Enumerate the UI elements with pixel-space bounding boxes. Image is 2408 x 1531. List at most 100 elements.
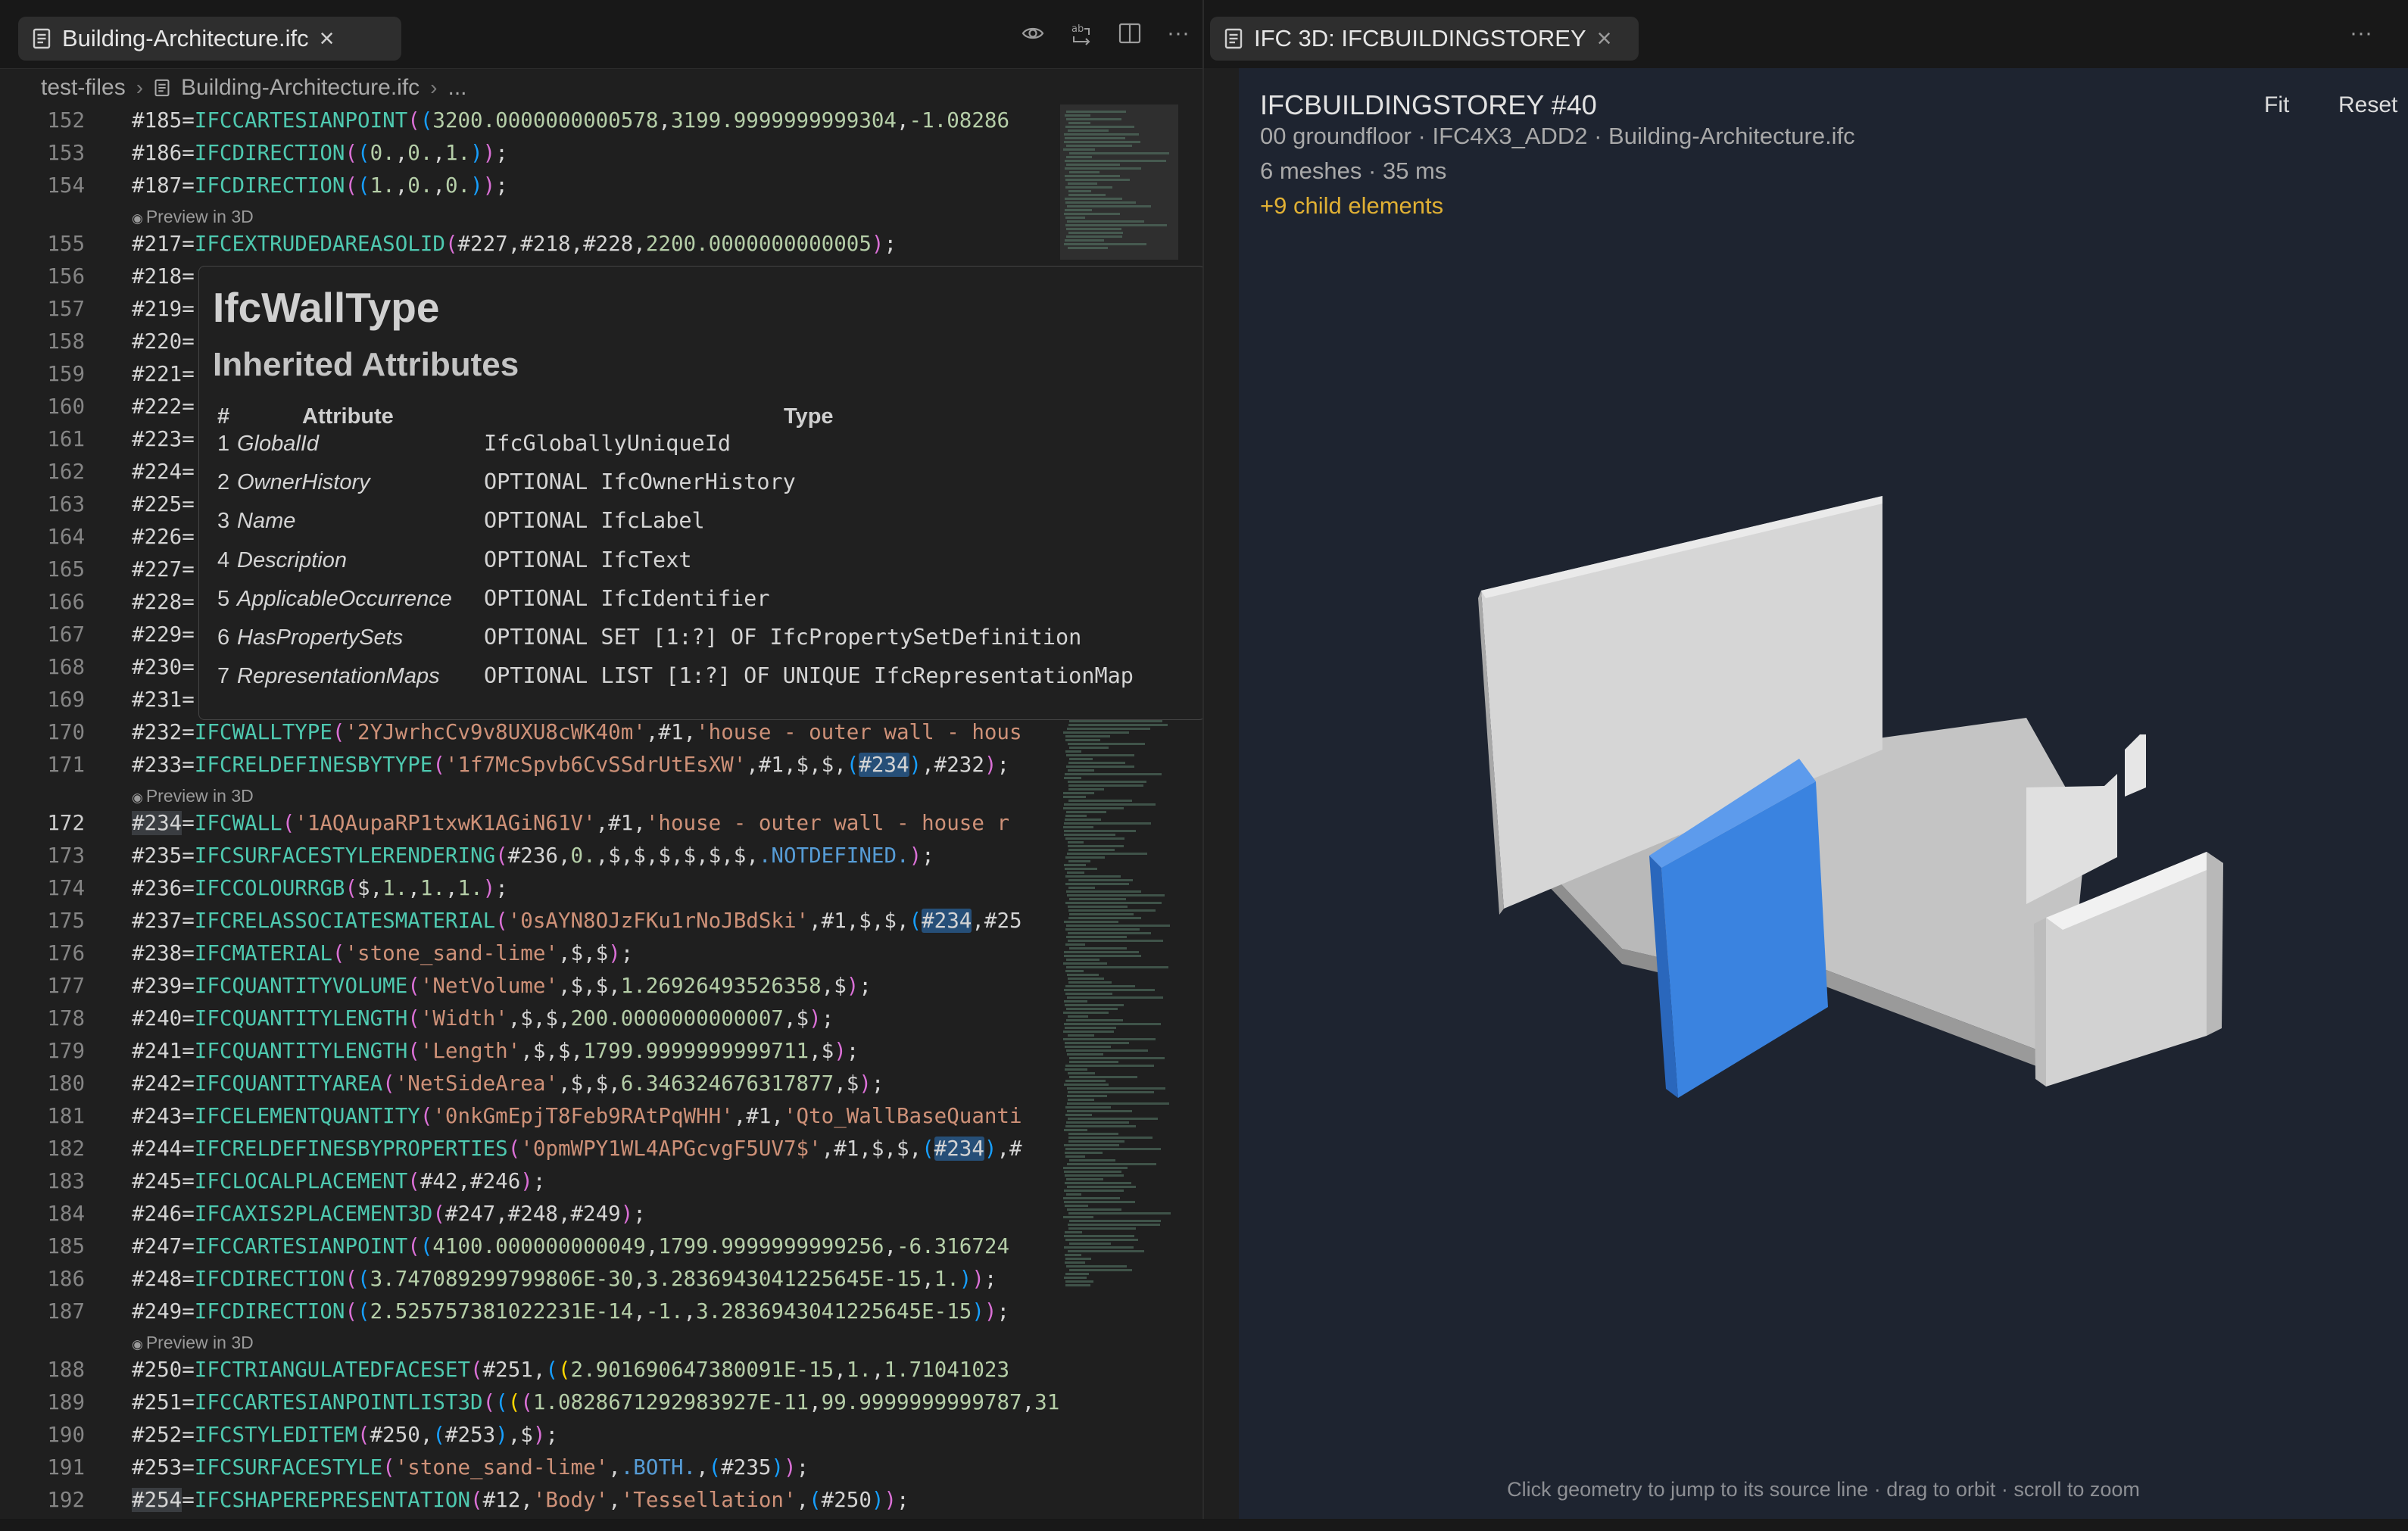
preview-in-3d-lens[interactable]: ◉ Preview in 3D [132, 783, 254, 809]
code-line[interactable]: 175 #237=IFCRELASSOCIATESMATERIAL('0sAYN8… [0, 905, 1060, 937]
panel-tab-bar: IFC 3D: IFCBUILDINGSTOREY × ··· [1204, 0, 2408, 68]
line-text: #238=IFCMATERIAL('stone_sand-lime',$,$); [132, 941, 634, 965]
line-number: 178 [47, 1006, 85, 1031]
3d-viewer[interactable]: IFCBUILDINGSTOREY #40 00 groundfloor · I… [1239, 68, 2408, 1519]
code-line[interactable]: 181 #243=IFCELEMENTQUANTITY('0nkGmEpjT8Fe… [0, 1100, 1060, 1133]
minimap-line [1064, 1084, 1109, 1086]
minimap-line [1068, 860, 1091, 862]
code-line[interactable]: 179 #241=IFCQUANTITYLENGTH('Length',$,$,1… [0, 1035, 1060, 1068]
minimap-line [1065, 1049, 1148, 1052]
attribute-number: 2 [217, 470, 230, 495]
minimap-line [1067, 728, 1150, 730]
minimap-line [1066, 996, 1163, 999]
minimap-line [1063, 962, 1107, 965]
minimap-line [1066, 966, 1169, 968]
tab-ifc-3d[interactable]: IFC 3D: IFCBUILDINGSTOREY × [1210, 17, 1639, 61]
compare-changes-icon[interactable]: ab [1068, 20, 1095, 47]
code-line[interactable]: 170 #232=IFCWALLTYPE('2YJwrhcCv9v8UXU8cWK… [0, 716, 1060, 749]
minimap-line [1065, 1193, 1081, 1196]
preview-in-3d-lens[interactable]: ◉ Preview in 3D [132, 1330, 254, 1355]
breadcrumb-symbol[interactable]: ... [448, 75, 467, 101]
file-lines-icon [1224, 27, 1243, 50]
minimap-line [1068, 190, 1091, 192]
more-actions-icon[interactable]: ··· [1165, 20, 1192, 47]
minimap-line [1068, 720, 1162, 722]
close-tab-icon[interactable]: × [1597, 26, 1612, 51]
eye-icon: ◉ [132, 790, 143, 805]
tab-building-architecture[interactable]: Building-Architecture.ifc × [18, 17, 401, 61]
code-line[interactable]: 191 #253=IFCSURFACESTYLE('stone_sand-lime… [0, 1451, 1060, 1484]
minimap-line [1065, 943, 1086, 946]
line-text: #237=IFCRELASSOCIATESMATERIAL('0sAYN8OJz… [132, 909, 1022, 933]
3d-scene[interactable] [1239, 68, 2408, 1519]
line-number: 159 [47, 362, 85, 386]
code-line[interactable]: 185 #247=IFCCARTESIANPOINT((4100.00000000… [0, 1230, 1060, 1263]
line-number: 182 [47, 1137, 85, 1161]
lens-label: Preview in 3D [145, 207, 254, 226]
code-line[interactable]: 153 #186=IFCDIRECTION((0.,0.,1.)); [0, 137, 1060, 170]
code-line[interactable]: 182 #244=IFCRELDEFINESBYPROPERTIES('0pmWP… [0, 1133, 1060, 1165]
minimap-line [1065, 754, 1134, 756]
code-line[interactable]: 186 #248=IFCDIRECTION((3.747089299799806E… [0, 1263, 1060, 1296]
minimap-line [1068, 129, 1109, 132]
minimap-line [1068, 879, 1134, 881]
minimap-line [1064, 141, 1140, 143]
split-editor-icon[interactable] [1116, 20, 1143, 47]
minimap-line [1064, 803, 1156, 806]
code-line[interactable]: 173 #235=IFCSURFACESTYLERENDERING(#236,0.… [0, 840, 1060, 872]
line-number: 176 [47, 941, 85, 965]
preview-in-3d-lens[interactable]: ◉ Preview in 3D [132, 204, 254, 229]
fit-button[interactable]: Fit [2264, 92, 2289, 118]
minimap-line [1066, 1087, 1166, 1090]
line-text: #247=IFCCARTESIANPOINT((4100.00000000004… [132, 1234, 1010, 1258]
code-line[interactable]: 190 #252=IFCSTYLEDITEM(#250,(#253),$); [0, 1419, 1060, 1451]
code-line[interactable]: 171 #233=IFCRELDEFINESBYTYPE('1f7McSpvb6C… [0, 749, 1060, 781]
attribute-name: OwnerHistory [237, 470, 370, 495]
minimap-line [1065, 970, 1084, 972]
close-tab-icon[interactable]: × [320, 26, 335, 51]
partition-thin-2[interactable] [2125, 734, 2146, 797]
line-text: #231= [132, 688, 195, 712]
code-line[interactable]: 155 #217=IFCEXTRUDEDAREASOLID(#227,#218,#… [0, 228, 1060, 260]
minimap-line [1063, 1031, 1115, 1033]
minimap-line [1063, 133, 1139, 136]
minimap-line [1065, 1205, 1089, 1207]
code-line[interactable]: 152 #185=IFCCARTESIANPOINT((3200.00000000… [0, 104, 1060, 137]
code-line[interactable]: 154 #187=IFCDIRECTION((1.,0.,0.)); [0, 170, 1060, 202]
line-text: #230= [132, 655, 195, 679]
code-line[interactable]: 180 #242=IFCQUANTITYAREA('NetSideArea',$,… [0, 1068, 1060, 1100]
code-line[interactable]: 178 #240=IFCQUANTITYLENGTH('Width',$,$,20… [0, 1002, 1060, 1035]
code-line[interactable]: 176 #238=IFCMATERIAL('stone_sand-lime',$,… [0, 937, 1060, 970]
minimap-line [1068, 898, 1126, 900]
code-line[interactable]: 189 #251=IFCCARTESIANPOINTLIST3D((((1.082… [0, 1386, 1134, 1419]
viewer-title: IFCBUILDINGSTOREY #40 [1260, 89, 1597, 120]
line-text: #220= [132, 329, 195, 354]
minimap-line [1065, 902, 1162, 904]
minimap-line [1065, 856, 1106, 859]
hover-title: IfcWallType [213, 284, 440, 331]
code-line[interactable]: 172 #234=IFCWALL('1AQAupaRP1txwK1AGiN61V'… [0, 807, 1060, 840]
child-elements-link[interactable]: +9 child elements [1260, 192, 1443, 220]
code-line[interactable]: 188 #250=IFCTRIANGULATEDFACESET(#251,((2.… [0, 1354, 1060, 1386]
minimap-line [1068, 887, 1095, 889]
minimap-line [1068, 1212, 1171, 1215]
code-line[interactable]: 192 #254=IFCSHAPEREPRESENTATION(#12,'Body… [0, 1484, 1060, 1517]
breadcrumb-folder[interactable]: test-files [41, 75, 126, 101]
reset-button[interactable]: Reset [2338, 92, 2397, 118]
breadcrumb-file[interactable]: Building-Architecture.ifc [181, 75, 420, 101]
more-actions-icon[interactable]: ··· [2347, 20, 2375, 47]
minimap-line [1065, 1080, 1106, 1082]
code-line[interactable]: 184 #246=IFCAXIS2PLACEMENT3D(#247,#248,#2… [0, 1198, 1060, 1230]
line-text: #249=IFCDIRECTION((2.525757381022231E-14… [132, 1299, 1010, 1324]
minimap-line [1065, 875, 1121, 878]
code-line[interactable]: 183 #245=IFCLOCALPLACEMENT(#42,#246); [0, 1165, 1060, 1198]
minimap-line [1066, 111, 1127, 113]
line-text: #240=IFCQUANTITYLENGTH('Width',$,$,200.0… [132, 1006, 834, 1031]
line-text: #233=IFCRELDEFINESBYTYPE('1f7McSpvb6CvSS… [132, 753, 1010, 777]
code-line[interactable]: 174 #236=IFCCOLOURRGB($,1.,1.,1.); [0, 872, 1060, 905]
eye-icon[interactable] [1019, 20, 1046, 47]
minimap-line [1064, 1182, 1132, 1184]
code-line[interactable]: 187 #249=IFCDIRECTION((2.525757381022231E… [0, 1296, 1060, 1328]
code-line[interactable]: 177 #239=IFCQUANTITYVOLUME('NetVolume',$,… [0, 970, 1060, 1002]
line-number: 164 [47, 525, 85, 549]
